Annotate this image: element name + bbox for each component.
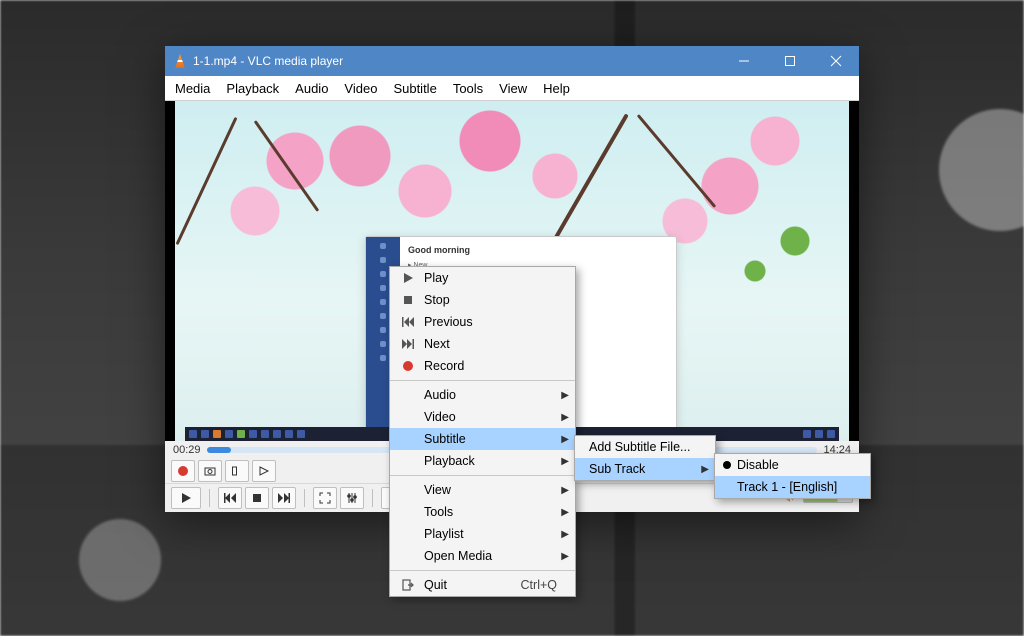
- ctx-quit-label: Quit: [424, 578, 501, 592]
- loop-b-button[interactable]: [252, 460, 276, 482]
- subtrack-submenu: Disable Track 1 - [English]: [714, 453, 871, 499]
- ctx-open-media-label: Open Media: [424, 549, 557, 563]
- ctx-stop[interactable]: Stop: [390, 289, 575, 311]
- quit-icon: [398, 579, 418, 591]
- minimize-button[interactable]: [721, 46, 767, 76]
- ctx-next[interactable]: Next: [390, 333, 575, 355]
- ctx-audio-label: Audio: [424, 388, 557, 402]
- radio-selected-icon: [723, 461, 731, 469]
- menu-view[interactable]: View: [491, 79, 535, 98]
- submenu-arrow-icon: ▶: [561, 485, 569, 496]
- ctx-audio[interactable]: Audio ▶: [390, 384, 575, 406]
- prev-button[interactable]: [218, 487, 242, 509]
- time-elapsed: 00:29: [173, 444, 201, 456]
- titlebar[interactable]: 1-1.mp4 - VLC media player: [165, 46, 859, 76]
- previous-icon: [398, 316, 418, 328]
- snapshot-button[interactable]: [198, 460, 222, 482]
- ctx-subtitle[interactable]: Subtitle ▶: [390, 428, 575, 450]
- menubar: Media Playback Audio Video Subtitle Tool…: [165, 76, 859, 101]
- ctx-view-label: View: [424, 483, 557, 497]
- submenu-arrow-icon: ▶: [561, 434, 569, 445]
- ctx-play[interactable]: Play: [390, 267, 575, 289]
- submenu-arrow-icon: ▶: [561, 412, 569, 423]
- menu-media[interactable]: Media: [167, 79, 218, 98]
- ctx-tools[interactable]: Tools ▶: [390, 501, 575, 523]
- ctx-tools-label: Tools: [424, 505, 557, 519]
- ctx-record[interactable]: Record: [390, 355, 575, 377]
- track-1-label: Track 1 - [English]: [737, 480, 852, 494]
- maximize-button[interactable]: [767, 46, 813, 76]
- next-icon: [398, 338, 418, 350]
- ctx-quit-accel: Ctrl+Q: [521, 578, 557, 592]
- sub-sub-track[interactable]: Sub Track ▶: [575, 458, 715, 480]
- fullscreen-button[interactable]: [313, 487, 337, 509]
- ctx-previous[interactable]: Previous: [390, 311, 575, 333]
- close-button[interactable]: [813, 46, 859, 76]
- track-disable[interactable]: Disable: [715, 454, 870, 476]
- ctx-view[interactable]: View ▶: [390, 479, 575, 501]
- submenu-arrow-icon: ▶: [561, 456, 569, 467]
- sub-sub-track-label: Sub Track: [583, 462, 697, 476]
- ctx-playback-label: Playback: [424, 454, 557, 468]
- ctx-record-label: Record: [424, 359, 557, 373]
- track-disable-label: Disable: [737, 458, 852, 472]
- ctx-video[interactable]: Video ▶: [390, 406, 575, 428]
- menu-tools[interactable]: Tools: [445, 79, 491, 98]
- submenu-arrow-icon: ▶: [561, 507, 569, 518]
- loop-a-button[interactable]: [225, 460, 249, 482]
- ctx-playback[interactable]: Playback ▶: [390, 450, 575, 472]
- menu-video[interactable]: Video: [336, 79, 385, 98]
- ctx-playlist[interactable]: Playlist ▶: [390, 523, 575, 545]
- submenu-arrow-icon: ▶: [561, 551, 569, 562]
- menu-subtitle[interactable]: Subtitle: [385, 79, 444, 98]
- extended-settings-button[interactable]: [340, 487, 364, 509]
- record-button[interactable]: [171, 460, 195, 482]
- stop-button[interactable]: [245, 487, 269, 509]
- ctx-next-label: Next: [424, 337, 557, 351]
- record-icon: [398, 360, 418, 372]
- vlc-cone-icon: [173, 54, 187, 68]
- ctx-stop-label: Stop: [424, 293, 557, 307]
- ctx-quit[interactable]: Quit Ctrl+Q: [390, 574, 575, 596]
- ctx-open-media[interactable]: Open Media ▶: [390, 545, 575, 567]
- ctx-subtitle-label: Subtitle: [424, 432, 557, 446]
- track-1-english[interactable]: Track 1 - [English]: [715, 476, 870, 498]
- submenu-arrow-icon: ▶: [701, 464, 709, 475]
- play-icon: [398, 272, 418, 284]
- ctx-playlist-label: Playlist: [424, 527, 557, 541]
- ctx-previous-label: Previous: [424, 315, 557, 329]
- video-content-greeting: Good morning: [408, 245, 668, 255]
- submenu-arrow-icon: ▶: [561, 529, 569, 540]
- next-button[interactable]: [272, 487, 296, 509]
- sub-add-file[interactable]: Add Subtitle File...: [575, 436, 715, 458]
- ctx-play-label: Play: [424, 271, 557, 285]
- menu-audio[interactable]: Audio: [287, 79, 336, 98]
- menu-help[interactable]: Help: [535, 79, 578, 98]
- play-button[interactable]: [171, 487, 201, 509]
- submenu-arrow-icon: ▶: [561, 390, 569, 401]
- subtitle-submenu: Add Subtitle File... Sub Track ▶: [574, 435, 716, 481]
- stop-icon: [398, 294, 418, 306]
- sub-add-file-label: Add Subtitle File...: [583, 440, 697, 454]
- menu-playback[interactable]: Playback: [218, 79, 287, 98]
- context-menu: Play Stop Previous Next Record Audio ▶ Vi…: [389, 266, 576, 597]
- window-title: 1-1.mp4 - VLC media player: [193, 54, 343, 68]
- ctx-video-label: Video: [424, 410, 557, 424]
